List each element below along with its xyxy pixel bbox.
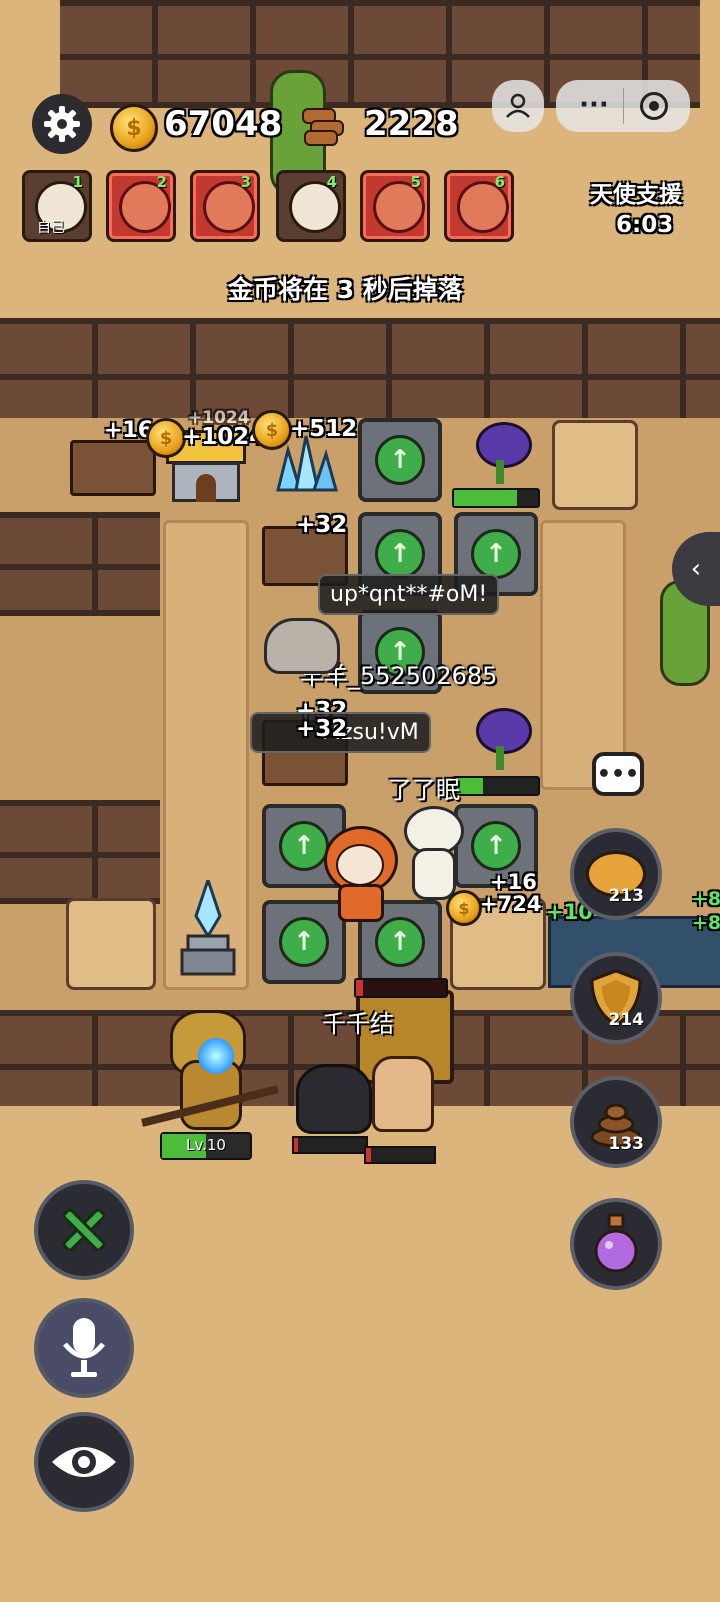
player-card[interactable]: 2 bbox=[106, 170, 176, 242]
hammer-wrench-icon bbox=[62, 1208, 106, 1252]
wood-logs-icon bbox=[300, 104, 344, 146]
person-icon bbox=[506, 93, 530, 118]
plant-health-bar bbox=[452, 488, 540, 508]
voice-chat-button[interactable] bbox=[34, 1298, 134, 1398]
angel-support-timer: 6:03 bbox=[616, 212, 674, 238]
empty-tile[interactable] bbox=[552, 420, 638, 510]
player-name-label: 了了眠 bbox=[388, 776, 460, 804]
player-name-label: 千千结 bbox=[322, 1010, 394, 1038]
poop-count: 133 bbox=[608, 1134, 645, 1154]
player-card-number: 5 bbox=[410, 173, 421, 191]
wall-block-left-1 bbox=[0, 512, 160, 616]
coin-icon: $ bbox=[252, 410, 292, 450]
player-card[interactable]: 5 bbox=[360, 170, 430, 242]
gear-icon bbox=[44, 106, 80, 142]
piggy-bank-button[interactable]: 213 bbox=[570, 828, 662, 920]
gate-health-bar bbox=[354, 978, 448, 998]
player-card[interactable]: 4 bbox=[276, 170, 346, 242]
wood-gain-text: +32 bbox=[296, 716, 348, 742]
player-card[interactable]: 6 bbox=[444, 170, 514, 242]
arrow-up-icon: ↑ bbox=[471, 529, 521, 579]
coin-icon: $ bbox=[110, 104, 158, 152]
black-wolf-enemy[interactable] bbox=[296, 1064, 372, 1134]
plant-health-bar bbox=[452, 776, 540, 796]
coin-icon: $ bbox=[146, 418, 186, 458]
wood-gain-text: +32 bbox=[296, 512, 348, 538]
capsule-menu: ··· bbox=[556, 80, 690, 132]
white-sheep-ghost bbox=[404, 806, 464, 900]
gain-text: +8 bbox=[692, 912, 720, 934]
wood-gain-text: +16 bbox=[490, 870, 537, 894]
path-tile-column-right bbox=[540, 520, 626, 790]
settings-button[interactable] bbox=[32, 94, 92, 154]
enemy-level-text: Lv.10 bbox=[186, 1136, 226, 1154]
enemy-health-bar bbox=[364, 1146, 436, 1164]
coin-drop-notice: 金币将在 3 秒后掉落 bbox=[228, 275, 463, 304]
piranha-plant-turret[interactable] bbox=[470, 706, 532, 770]
player-card-number: 4 bbox=[326, 173, 337, 191]
piggy-bank-count: 213 bbox=[608, 886, 645, 906]
chevron-left-icon: ‹ bbox=[690, 554, 702, 584]
piranha-plant-turret[interactable] bbox=[470, 420, 532, 484]
coin-gain-text: +724 bbox=[480, 892, 542, 916]
wall-block-left-2 bbox=[0, 800, 160, 904]
more-dots-icon[interactable]: ··· bbox=[574, 90, 614, 120]
shield-button[interactable]: 214 bbox=[570, 952, 662, 1044]
coin-counter: 67048 bbox=[164, 104, 283, 144]
player-card[interactable]: 3 bbox=[190, 170, 260, 242]
chat-bubble: up*qnt**#oM! bbox=[318, 574, 500, 615]
player-card-number: 3 bbox=[240, 173, 251, 191]
player-card-number: 1 bbox=[72, 173, 83, 191]
crystal-fountain[interactable] bbox=[178, 875, 238, 976]
wood-counter: 2228 bbox=[364, 104, 459, 144]
capsule-divider bbox=[623, 88, 624, 124]
eye-icon bbox=[52, 1447, 116, 1477]
poop-button[interactable]: 133 bbox=[570, 1076, 662, 1168]
speech-bubble-icon: ••• bbox=[596, 761, 640, 787]
lumber-stall[interactable] bbox=[70, 440, 156, 496]
enemy-level-badge: Lv.10 bbox=[160, 1132, 252, 1160]
hooded-sheep-player bbox=[318, 826, 398, 922]
cat-character bbox=[264, 618, 340, 674]
upgrade-slot[interactable]: ↑ bbox=[358, 418, 442, 502]
enemy-health-bar bbox=[292, 1136, 368, 1154]
player-card-number: 2 bbox=[156, 173, 167, 191]
close-circle-icon[interactable] bbox=[640, 92, 668, 120]
arrow-up-icon: ↑ bbox=[375, 435, 425, 485]
angel-support-title: 天使支援 bbox=[590, 182, 682, 208]
empty-tile[interactable] bbox=[66, 898, 156, 990]
shield-count: 214 bbox=[608, 1010, 645, 1030]
potion-button[interactable] bbox=[570, 1198, 662, 1290]
game-circle-button[interactable] bbox=[492, 80, 544, 132]
coin-gain-text-fading: +1024 bbox=[188, 408, 250, 428]
wall-row-1 bbox=[0, 318, 720, 430]
build-tools-button[interactable] bbox=[34, 1180, 134, 1280]
gain-text: +8 bbox=[692, 888, 720, 910]
arrow-up-icon: ↑ bbox=[279, 917, 329, 967]
arrow-up-icon: ↑ bbox=[375, 917, 425, 967]
crystal-gain-text: +512 bbox=[290, 416, 358, 442]
arrow-up-icon: ↑ bbox=[471, 821, 521, 871]
potion-icon bbox=[594, 1213, 638, 1273]
chat-button[interactable]: ••• bbox=[592, 752, 644, 796]
microphone-icon bbox=[63, 1318, 105, 1377]
mummy-enemy[interactable] bbox=[372, 1056, 434, 1132]
view-toggle-button[interactable] bbox=[34, 1412, 134, 1512]
player-card-label: 自己 bbox=[37, 220, 65, 236]
arrow-up-icon: ↑ bbox=[375, 529, 425, 579]
coin-icon: $ bbox=[446, 890, 482, 926]
player-card[interactable]: 1 自己 bbox=[22, 170, 92, 242]
player-card-number: 6 bbox=[494, 173, 505, 191]
